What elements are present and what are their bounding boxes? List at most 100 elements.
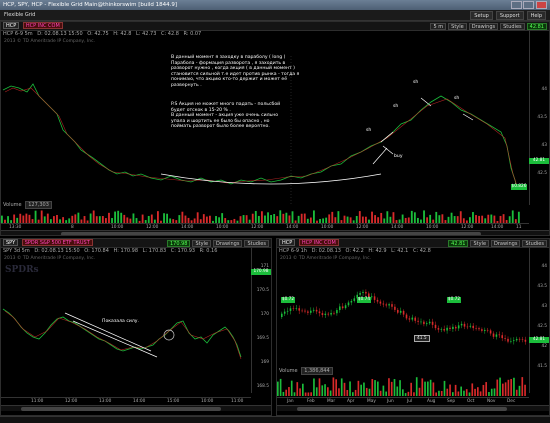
window-title: HCP, SPY, HCP - Flexible Grid Main@think… (3, 2, 178, 8)
scrollbar-thumb[interactable] (61, 232, 481, 235)
volume-bar (43, 216, 46, 223)
spdr-watermark: SPDRs (5, 265, 39, 275)
candle-body (515, 338, 518, 341)
studies-button[interactable]: Studies (522, 240, 547, 247)
volume-bar (338, 388, 340, 396)
volume-bar (291, 211, 294, 223)
y-tick: 169 (260, 360, 269, 365)
timeframe-button[interactable]: 5 m (430, 23, 447, 30)
candle-body (301, 310, 303, 312)
y-tick: 44 (541, 87, 547, 92)
last-price-tag: 170.98 (251, 269, 271, 275)
drawings-button[interactable]: Drawings (468, 23, 499, 30)
horizontal-scrollbar[interactable] (1, 405, 271, 411)
panel-header: HCP HCP INC COM 42.81 Style Drawings Stu… (277, 239, 549, 248)
minimize-button[interactable] (511, 1, 522, 9)
style-button[interactable]: Style (448, 23, 467, 30)
volume-value: 1,386,844 (301, 367, 333, 375)
horizontal-scrollbar[interactable] (1, 230, 549, 235)
candle-body (341, 306, 344, 309)
candle-body (315, 309, 318, 312)
candle-body (498, 334, 501, 336)
volume-bar (354, 389, 357, 396)
style-button[interactable]: Style (192, 240, 212, 247)
y-axis[interactable]: 44 43.5 43 42.5 42 41.5 (529, 248, 549, 393)
quote-field: HCP 6-9 5m (3, 31, 33, 37)
close-button[interactable] (536, 1, 547, 9)
candle-body (524, 339, 527, 342)
volume-bar (242, 215, 245, 223)
candle-body (486, 329, 489, 331)
volume-bar (474, 388, 476, 396)
spy-price-chart[interactable] (1, 275, 253, 395)
y-tick: 42.5 (537, 324, 547, 329)
volume-bar (327, 387, 329, 396)
volume-bar (449, 384, 451, 396)
volume-bar (388, 378, 390, 396)
last-price-tag: 42.81 (529, 337, 549, 343)
copyright-text: 2013 © TD Ameritrade IP Company, Inc. (4, 39, 96, 44)
symbol-selector[interactable]: HCP (3, 22, 20, 29)
volume-bar (335, 379, 337, 396)
y-tick: 168.5 (256, 384, 269, 389)
style-button[interactable]: Style (470, 240, 490, 247)
drawings-button[interactable]: Drawings (491, 240, 521, 247)
hcp-daily-chart[interactable] (277, 261, 531, 361)
candle-body (501, 335, 503, 339)
volume-bar (318, 378, 321, 396)
volume-bar (95, 216, 98, 223)
volume-bar (290, 380, 293, 396)
menu-flexible-grid[interactable]: Flexible Grid (4, 12, 35, 18)
candle-body (472, 325, 474, 329)
volume-bar (209, 215, 211, 223)
label-sh: sh (413, 80, 419, 85)
candle-body (495, 334, 498, 337)
volume-title: Volume (3, 202, 22, 208)
candle-body (402, 310, 405, 315)
y-axis[interactable]: 44 43.5 43 42.5 (529, 31, 549, 205)
volume-bar (423, 210, 425, 223)
horizontal-scrollbar[interactable] (277, 405, 549, 411)
setup-button[interactable]: Setup (470, 11, 493, 20)
candle-body (394, 306, 396, 310)
support-button[interactable]: Support (495, 11, 524, 20)
annotation-ps: P.S Акция не может много падать - польсб… (171, 102, 311, 130)
volume-bar (393, 379, 396, 396)
candle-body (446, 327, 448, 331)
candle-body (324, 313, 327, 315)
volume-bar (385, 391, 387, 396)
studies-button[interactable]: Studies (500, 23, 525, 30)
candle-body (492, 333, 495, 337)
hcp-daily-panel: HCP HCP INC COM 42.81 Style Drawings Stu… (276, 238, 550, 416)
candle-body (405, 314, 408, 319)
candle-body (521, 339, 524, 340)
candle-body (457, 325, 460, 329)
volume-bar (429, 214, 432, 223)
help-button[interactable]: Help (526, 11, 546, 20)
status-bar (0, 416, 550, 423)
volume-bar (141, 214, 144, 223)
window-titlebar: HCP, SPY, HCP - Flexible Grid Main@think… (0, 0, 550, 10)
candle-body (510, 341, 512, 342)
x-tick: 10:00 (201, 399, 214, 404)
studies-button[interactable]: Studies (244, 240, 269, 247)
x-tick: 15:00 (167, 399, 180, 404)
volume-bar (510, 378, 512, 396)
volume-bar (413, 212, 416, 223)
quote-field: O: 42.2 (345, 248, 364, 254)
volume-bar (89, 213, 92, 223)
volume-bar (435, 392, 437, 396)
scrollbar-thumb[interactable] (21, 407, 221, 411)
symbol-selector[interactable]: HCP (279, 239, 296, 246)
quote-field: L: 42.1 (391, 248, 409, 254)
maximize-button[interactable] (523, 1, 534, 9)
volume-bar (493, 388, 496, 396)
volume-bar (410, 382, 412, 396)
label-sh: sh (366, 128, 372, 133)
volume-bar (332, 377, 335, 396)
symbol-selector[interactable]: SPY (3, 239, 19, 246)
drawings-button[interactable]: Drawings (213, 240, 243, 247)
volume-bar (279, 210, 282, 223)
candle-body (362, 291, 364, 293)
scrollbar-thumb[interactable] (297, 407, 507, 411)
